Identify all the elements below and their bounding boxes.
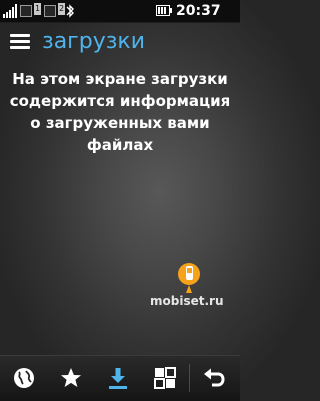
sim1-number: 1 xyxy=(34,3,42,15)
status-bar: 1 2 20:37 xyxy=(0,0,240,23)
info-message: На этом экране загрузки содержится инфор… xyxy=(9,70,231,154)
hamburger-menu-icon[interactable] xyxy=(10,31,32,53)
status-time: 20:37 xyxy=(176,3,221,19)
star-icon[interactable] xyxy=(59,366,85,390)
bluetooth-icon xyxy=(66,4,74,18)
sim-icon xyxy=(20,5,32,17)
back-icon[interactable] xyxy=(202,366,228,390)
toolbar-divider xyxy=(189,364,190,392)
bottom-toolbar xyxy=(0,355,240,401)
watermark: mobiset.ru xyxy=(150,258,230,322)
grid-icon[interactable] xyxy=(153,366,179,390)
watermark-text: mobiset.ru xyxy=(150,294,224,308)
globe-icon[interactable] xyxy=(12,366,38,390)
watermark-logo-icon xyxy=(178,263,200,293)
page-title: загрузки xyxy=(42,29,146,54)
sim-icon xyxy=(44,5,56,17)
download-icon[interactable] xyxy=(106,366,132,390)
signal-icon xyxy=(3,4,17,18)
page-header: загрузки xyxy=(0,23,240,63)
battery-icon xyxy=(156,5,172,16)
